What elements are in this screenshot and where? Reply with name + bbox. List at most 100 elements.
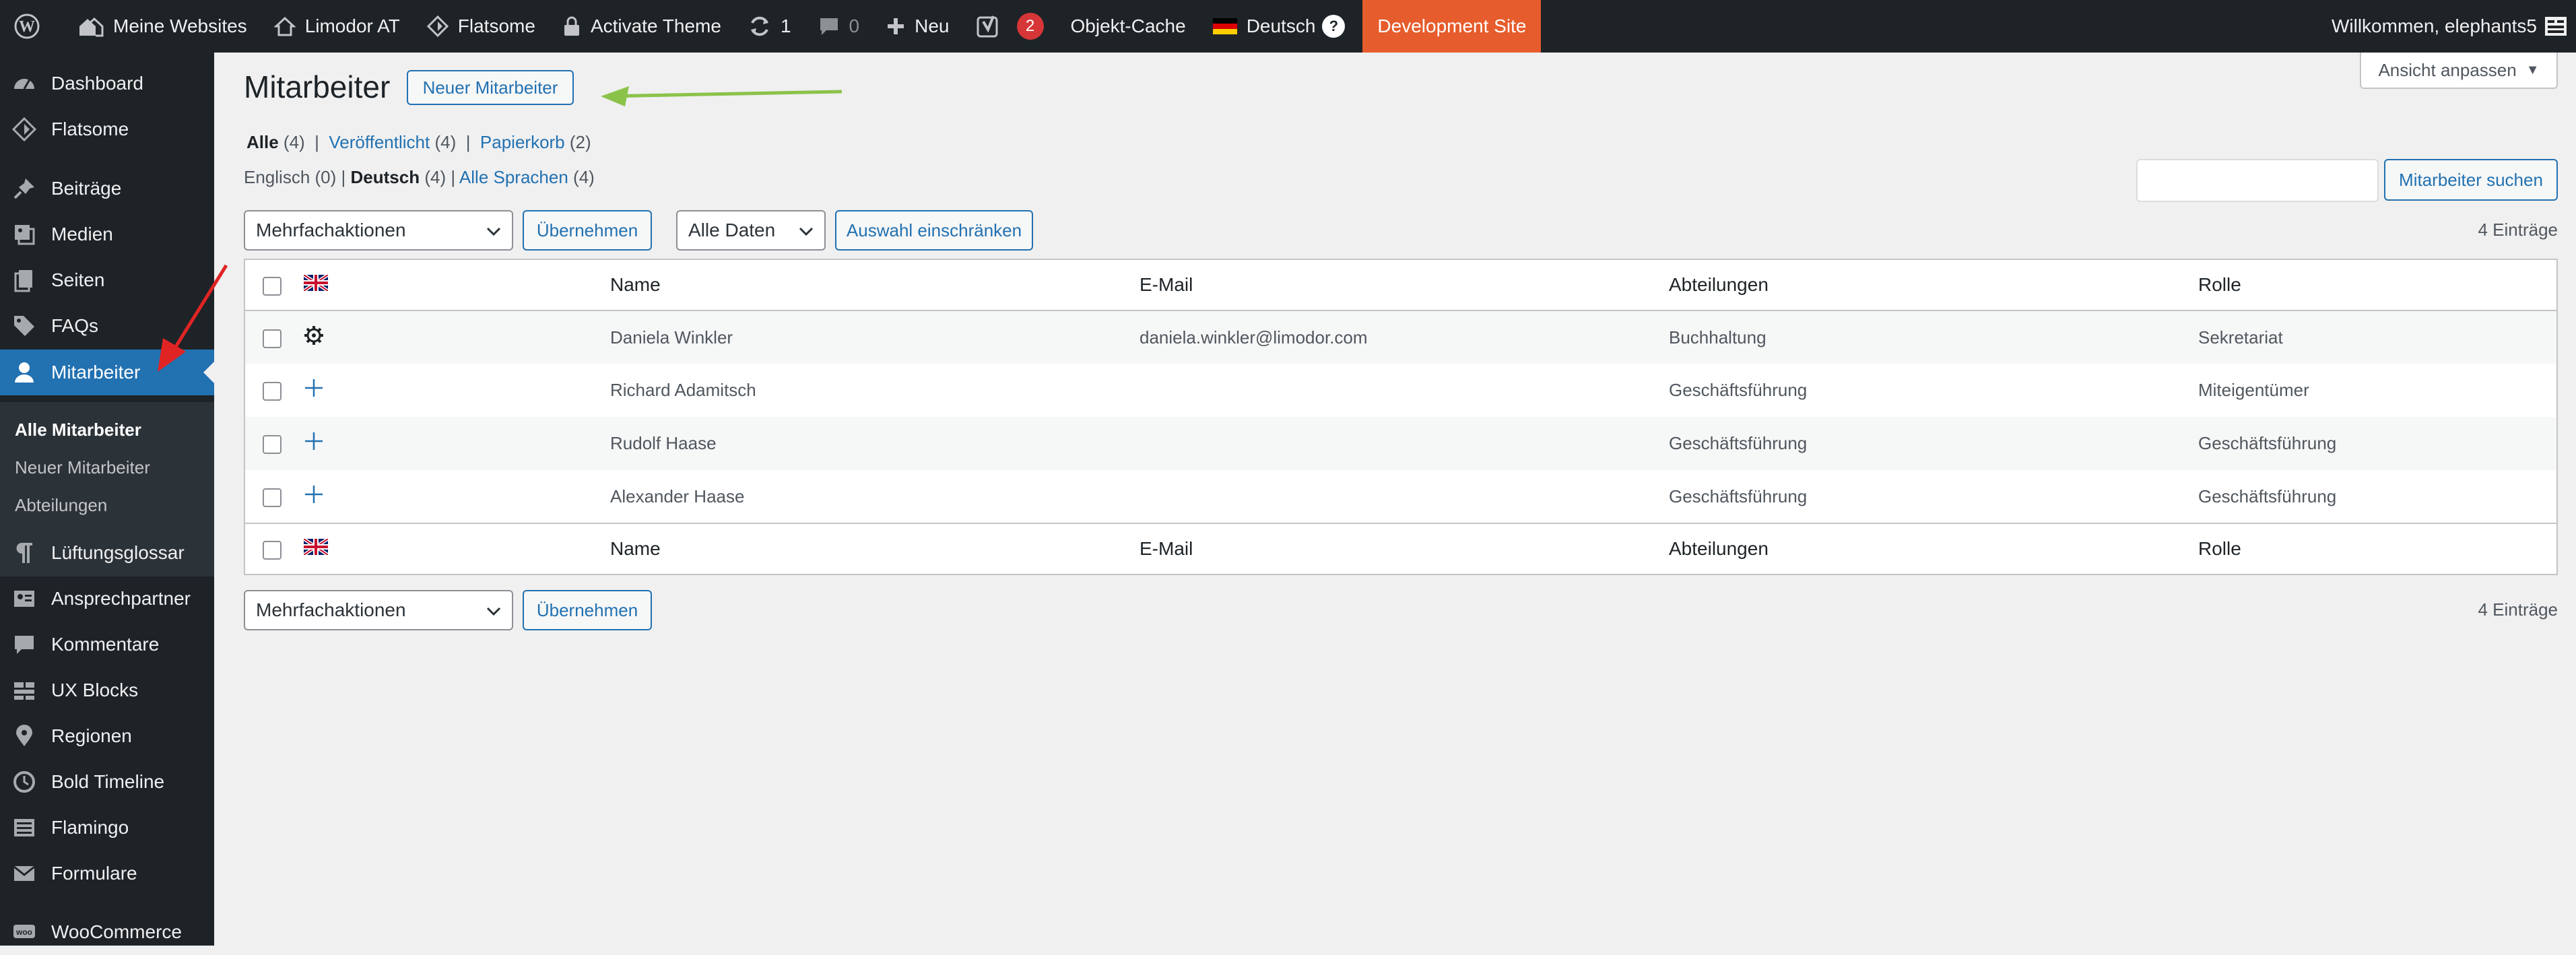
- sidebar-item-label: Dashboard: [51, 73, 143, 94]
- lang-english[interactable]: Englisch: [244, 167, 310, 187]
- plus-icon[interactable]: [304, 431, 324, 451]
- activate-theme-menu[interactable]: Activate Theme: [549, 0, 735, 53]
- apply-button-bottom[interactable]: Übernehmen: [523, 590, 652, 630]
- employees-table: Name E-Mail Abteilungen Rolle Daniela Wi…: [244, 259, 2558, 575]
- updates-count: 1: [780, 15, 791, 36]
- separator: |: [461, 132, 475, 152]
- row-checkbox[interactable]: [263, 435, 282, 455]
- sidebar-item-label: Medien: [51, 224, 113, 244]
- updates-menu[interactable]: 1: [735, 0, 805, 53]
- search-input[interactable]: [2136, 159, 2379, 202]
- blocks-icon: [14, 682, 34, 700]
- sidebar-item-posts[interactable]: Beiträge: [0, 166, 214, 211]
- yoast-badge: 2: [1016, 13, 1044, 40]
- sidebar-item-glossary[interactable]: Lüftungsglossar: [0, 530, 214, 576]
- search-employees-button[interactable]: Mitarbeiter suchen: [2384, 159, 2558, 201]
- sidebar-item-contacts[interactable]: Ansprechpartner: [0, 576, 214, 622]
- sidebar-item-media[interactable]: Medien: [0, 211, 214, 257]
- bulk-actions-select-top[interactable]: Mehrfachaktionen: [244, 210, 513, 251]
- admin-sidebar: Dashboard Flatsome Beiträge Medien Seite…: [0, 53, 214, 946]
- sidebar-item-flatsome[interactable]: Flatsome: [0, 106, 214, 152]
- column-footer-role: Rolle: [2198, 523, 2557, 574]
- wordpress-logo-icon[interactable]: W: [0, 0, 63, 53]
- contacts-icon: [14, 591, 34, 607]
- status-filter-links: Alle (4) | Veröffentlicht (4) | Papierko…: [246, 132, 591, 153]
- row-language-cell: [304, 310, 609, 364]
- row-checkbox[interactable]: [263, 382, 282, 401]
- employee-role: Geschäftsführung: [2198, 486, 2337, 506]
- employee-name-link[interactable]: Alexander Haase: [609, 470, 1139, 523]
- sidebar-item-ux-blocks[interactable]: UX Blocks: [0, 667, 214, 713]
- object-cache-label: Objekt-Cache: [1070, 15, 1186, 36]
- submenu-all-employees[interactable]: Alle Mitarbeiter: [15, 420, 141, 440]
- yoast-menu[interactable]: 2: [963, 0, 1057, 53]
- object-cache-menu[interactable]: Objekt-Cache: [1057, 0, 1199, 53]
- employee-name-link[interactable]: Daniela Winkler: [609, 310, 1139, 364]
- status-all[interactable]: Alle: [246, 132, 279, 152]
- add-new-employee-button[interactable]: Neuer Mitarbeiter: [407, 70, 574, 105]
- plus-icon[interactable]: [304, 378, 324, 398]
- chevron-down-icon: [799, 220, 814, 241]
- employee-email: [1139, 470, 1668, 523]
- yoast-icon: [977, 15, 997, 38]
- filter-button[interactable]: Auswahl einschränken: [835, 210, 1033, 251]
- apply-label: Übernehmen: [536, 220, 638, 240]
- plus-icon[interactable]: [304, 484, 324, 504]
- uk-flag-icon: [302, 273, 329, 293]
- status-published[interactable]: Veröffentlicht: [329, 132, 430, 152]
- submenu-new-employee[interactable]: Neuer Mitarbeiter: [15, 457, 150, 478]
- sidebar-item-label: FAQs: [51, 315, 99, 336]
- employee-department: Buchhaltung: [1669, 327, 1766, 348]
- comments-menu[interactable]: 0: [805, 0, 873, 53]
- dashboard-icon: [14, 79, 34, 90]
- house-icon: [273, 16, 296, 36]
- screen-options-button[interactable]: Ansicht anpassen ▼: [2360, 53, 2558, 89]
- employee-name-link[interactable]: Rudolf Haase: [609, 417, 1139, 470]
- paragraph-icon: [16, 543, 32, 563]
- sidebar-item-label: Regionen: [51, 725, 132, 746]
- lang-all[interactable]: Alle Sprachen: [459, 167, 568, 187]
- apply-label: Übernehmen: [536, 599, 638, 620]
- screen-options-label: Ansicht anpassen: [2378, 59, 2517, 80]
- sidebar-item-bold-timeline[interactable]: Bold Timeline: [0, 759, 214, 805]
- language-label: Deutsch: [1246, 15, 1316, 36]
- bulk-actions-select-bottom[interactable]: Mehrfachaktionen: [244, 590, 513, 630]
- flatsome-icon: [426, 15, 449, 37]
- my-sites-menu[interactable]: Meine Websites: [63, 0, 261, 53]
- site-name-menu[interactable]: Limodor AT: [261, 0, 414, 53]
- location-icon: [16, 725, 32, 746]
- theme-menu[interactable]: Flatsome: [414, 0, 549, 53]
- new-content-menu[interactable]: Neu: [873, 0, 962, 53]
- help-icon[interactable]: ?: [1322, 15, 1346, 38]
- table-row: Daniela Winkler daniela.winkler@limodor.…: [244, 310, 2557, 364]
- german-flag-icon: [1212, 18, 1237, 34]
- select-all-checkbox[interactable]: [263, 276, 282, 296]
- sidebar-item-woocommerce[interactable]: woo WooCommerce: [0, 909, 214, 955]
- items-count-bottom: 4 Einträge: [2478, 599, 2558, 620]
- clock-icon: [13, 771, 35, 793]
- sidebar-item-dashboard[interactable]: Dashboard: [0, 61, 214, 106]
- date-filter-select[interactable]: Alle Daten: [676, 210, 826, 251]
- language-filter-links: Englisch (0) | Deutsch (4) | Alle Sprach…: [244, 167, 595, 188]
- development-site-badge[interactable]: Development Site: [1362, 0, 1542, 53]
- language-column-footer: [302, 523, 609, 574]
- employee-name-link[interactable]: Richard Adamitsch: [609, 364, 1139, 417]
- row-checkbox[interactable]: [263, 329, 282, 348]
- select-all-checkbox-bottom[interactable]: [263, 540, 282, 560]
- sidebar-item-comments[interactable]: Kommentare: [0, 622, 214, 667]
- column-header-email: E-Mail: [1139, 259, 1668, 311]
- sidebar-item-label: Bold Timeline: [51, 771, 165, 792]
- sidebar-item-flamingo[interactable]: Flamingo: [0, 805, 214, 851]
- row-checkbox[interactable]: [263, 488, 282, 507]
- sidebar-item-forms[interactable]: Formulare: [0, 851, 214, 896]
- status-trash[interactable]: Papierkorb: [480, 132, 565, 152]
- apply-button-top[interactable]: Übernehmen: [523, 210, 652, 251]
- account-menu[interactable]: Willkommen, elephants5: [2332, 14, 2576, 38]
- sidebar-item-regions[interactable]: Regionen: [0, 713, 214, 759]
- gear-icon[interactable]: [304, 325, 324, 345]
- column-footer-name[interactable]: Name: [609, 523, 1139, 574]
- column-header-name[interactable]: Name: [609, 259, 1139, 311]
- language-menu[interactable]: Deutsch ?: [1199, 0, 1359, 53]
- submenu-departments[interactable]: Abteilungen: [15, 495, 107, 516]
- lang-german[interactable]: Deutsch: [351, 167, 420, 187]
